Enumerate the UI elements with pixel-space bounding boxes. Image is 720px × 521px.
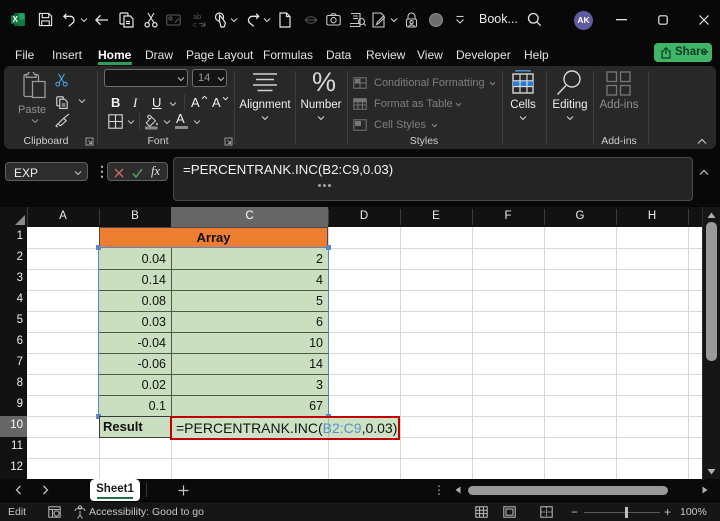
svg-text:X: X — [13, 15, 19, 24]
svg-text:c: c — [193, 20, 197, 29]
